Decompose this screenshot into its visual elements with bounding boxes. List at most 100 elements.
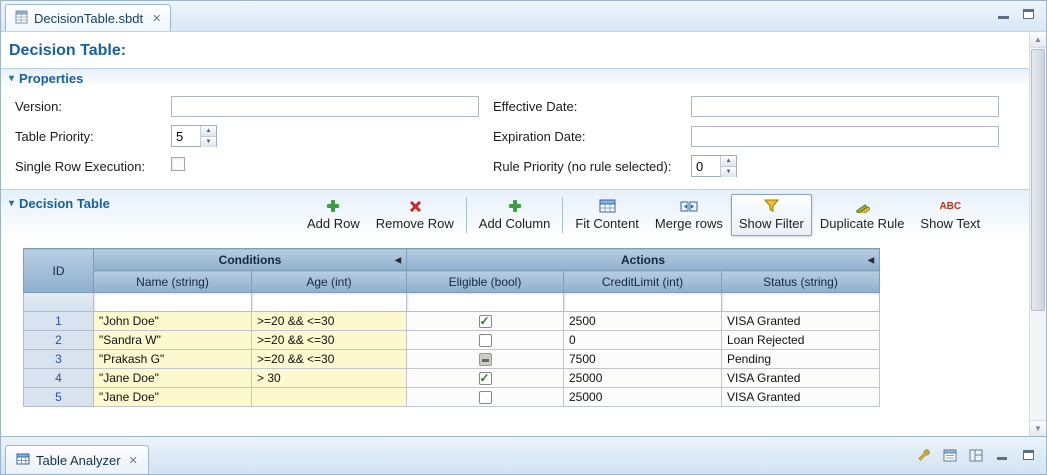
minimize-icon[interactable] — [998, 16, 1009, 19]
cell-name[interactable]: "John Doe" — [94, 312, 252, 331]
eligible-checkbox[interactable] — [479, 391, 492, 404]
editor-tab-decisiontable[interactable]: DecisionTable.sbdt ✕ — [5, 4, 171, 31]
effective-date-input[interactable] — [691, 96, 999, 117]
layout-icon[interactable] — [968, 447, 984, 463]
report-icon[interactable] — [942, 447, 958, 463]
filter-input-age[interactable] — [252, 293, 407, 312]
cell-creditlimit[interactable]: 2500 — [564, 312, 722, 331]
minimize-view-icon[interactable] — [994, 447, 1010, 463]
cell-creditlimit[interactable]: 7500 — [564, 350, 722, 369]
scrollbar-thumb[interactable] — [1031, 49, 1045, 311]
cell-age[interactable]: >=20 && <=30 — [252, 350, 407, 369]
scroll-down-icon[interactable]: ▼ — [1030, 420, 1046, 436]
cell-age[interactable] — [252, 388, 407, 407]
scroll-up-icon[interactable]: ▲ — [1030, 32, 1046, 48]
cell-age[interactable]: > 30 — [252, 369, 407, 388]
cell-eligible[interactable] — [407, 369, 564, 388]
cell-name[interactable]: "Prakash G" — [94, 350, 252, 369]
table-row[interactable]: 4 "Jane Doe" > 30 25000 VISA Granted — [24, 369, 880, 388]
id-column-header[interactable]: ID — [24, 249, 94, 293]
show-filter-button[interactable]: Show Filter — [731, 194, 812, 236]
row-id[interactable]: 4 — [24, 369, 94, 388]
merge-rows-button[interactable]: Merge rows — [647, 194, 731, 236]
properties-section-header[interactable]: ▾ Properties — [1, 68, 1029, 87]
single-row-execution-checkbox[interactable] — [171, 157, 185, 171]
conditions-group-header[interactable]: Conditions ◀ — [94, 249, 407, 271]
table-row[interactable]: 5 "Jane Doe" 25000 VISA Granted — [24, 388, 880, 407]
collapse-group-icon[interactable]: ◀ — [395, 255, 401, 264]
filter-input-creditlimit[interactable] — [564, 293, 722, 312]
maximize-view-icon[interactable] — [1020, 447, 1036, 463]
filter-input-eligible[interactable] — [407, 293, 564, 312]
cell-status[interactable]: Loan Rejected — [722, 331, 880, 350]
eligible-checkbox[interactable] — [479, 334, 492, 347]
duplicate-rule-button[interactable]: Duplicate Rule — [812, 194, 913, 236]
table-row[interactable]: 1 "John Doe" >=20 && <=30 2500 VISA Gran… — [24, 312, 880, 331]
cell-age[interactable]: >=20 && <=30 — [252, 312, 407, 331]
cell-creditlimit[interactable]: 25000 — [564, 369, 722, 388]
cell-name[interactable]: "Jane Doe" — [94, 369, 252, 388]
cell-status[interactable]: VISA Granted — [722, 369, 880, 388]
add-row-button[interactable]: Add Row — [299, 194, 368, 236]
toolbar-separator — [562, 197, 563, 233]
column-header-creditlimit[interactable]: CreditLimit (int) — [564, 271, 722, 293]
actions-group-header[interactable]: Actions ◀ — [407, 249, 880, 271]
fit-content-button[interactable]: Fit Content — [567, 194, 647, 236]
eligible-checkbox[interactable] — [479, 372, 492, 385]
window-controls — [998, 9, 1034, 19]
column-header-status[interactable]: Status (string) — [722, 271, 880, 293]
spin-up-icon[interactable]: ▲ — [201, 126, 216, 137]
show-text-button[interactable]: ABC Show Text — [912, 194, 988, 236]
close-tab-icon[interactable]: ✕ — [129, 454, 138, 467]
table-row[interactable]: 3 "Prakash G" >=20 && <=30 7500 Pending — [24, 350, 880, 369]
cell-eligible[interactable] — [407, 350, 564, 369]
table-analyzer-tab[interactable]: Table Analyzer ✕ — [5, 445, 149, 474]
spin-down-icon[interactable]: ▼ — [201, 137, 216, 147]
cell-age[interactable]: >=20 && <=30 — [252, 331, 407, 350]
table-priority-input[interactable] — [172, 126, 200, 146]
cell-status[interactable]: Pending — [722, 350, 880, 369]
cell-creditlimit[interactable]: 25000 — [564, 388, 722, 407]
cell-name[interactable]: "Jane Doe" — [94, 388, 252, 407]
decision-table-section-label: Decision Table — [19, 196, 110, 211]
close-tab-icon[interactable]: ✕ — [152, 12, 161, 25]
rule-priority-spinner[interactable]: ▲ ▼ — [691, 155, 737, 177]
row-id[interactable]: 3 — [24, 350, 94, 369]
filter-input-status[interactable] — [722, 293, 880, 312]
column-header-eligible[interactable]: Eligible (bool) — [407, 271, 564, 293]
remove-row-label: Remove Row — [376, 216, 454, 231]
cell-eligible[interactable] — [407, 388, 564, 407]
cell-eligible[interactable] — [407, 331, 564, 350]
column-header-age[interactable]: Age (int) — [252, 271, 407, 293]
effective-date-label: Effective Date: — [493, 99, 691, 114]
maximize-icon[interactable] — [1023, 9, 1034, 19]
cell-status[interactable]: VISA Granted — [722, 388, 880, 407]
cell-creditlimit[interactable]: 0 — [564, 331, 722, 350]
cell-status[interactable]: VISA Granted — [722, 312, 880, 331]
expiration-date-input[interactable] — [691, 126, 999, 147]
add-column-button[interactable]: Add Column — [471, 194, 559, 236]
column-header-name[interactable]: Name (string) — [94, 271, 252, 293]
vertical-scrollbar[interactable]: ▲ ▼ — [1029, 32, 1046, 436]
eligible-checkbox[interactable] — [479, 353, 492, 366]
cell-name[interactable]: "Sandra W" — [94, 331, 252, 350]
eligible-checkbox[interactable] — [479, 315, 492, 328]
collapse-group-icon[interactable]: ◀ — [868, 255, 874, 264]
rule-priority-input[interactable] — [692, 156, 720, 176]
properties-section-label: Properties — [19, 71, 83, 86]
table-row[interactable]: 2 "Sandra W" >=20 && <=30 0 Loan Rejecte… — [24, 331, 880, 350]
row-id[interactable]: 2 — [24, 331, 94, 350]
row-id[interactable]: 5 — [24, 388, 94, 407]
row-id[interactable]: 1 — [24, 312, 94, 331]
spin-down-icon[interactable]: ▼ — [721, 167, 736, 177]
editor-tab-label: DecisionTable.sbdt — [34, 11, 143, 26]
version-input[interactable] — [171, 96, 479, 117]
decision-table-section-header[interactable]: ▾ Decision Table Add Row Remove Row — [1, 189, 1029, 236]
cell-eligible[interactable] — [407, 312, 564, 331]
wrench-icon[interactable] — [916, 447, 932, 463]
table-analyzer-tab-label: Table Analyzer — [36, 453, 121, 468]
remove-row-button[interactable]: Remove Row — [368, 194, 462, 236]
table-priority-spinner[interactable]: ▲ ▼ — [171, 125, 217, 147]
spin-up-icon[interactable]: ▲ — [721, 156, 736, 167]
filter-input-name[interactable] — [94, 293, 252, 312]
